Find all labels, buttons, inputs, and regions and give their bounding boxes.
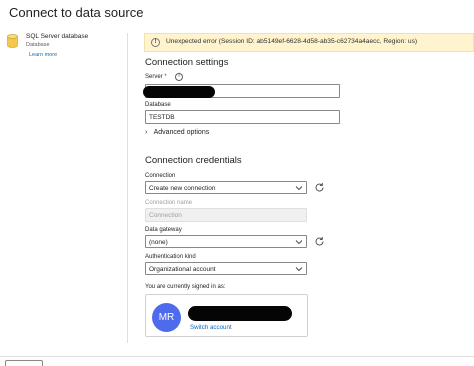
authentication-kind-label: Authentication kind [145,254,196,260]
signed-in-account-card: MR Switch account [145,294,308,337]
chevron-down-icon [295,240,303,245]
footer-button[interactable] [5,360,43,366]
chevron-down-icon [295,186,303,191]
authentication-kind-select[interactable]: Organizational account [145,262,307,275]
connection-select-value: Create new connection [149,184,216,192]
avatar: MR [152,303,181,332]
server-value-redaction [143,86,215,98]
chevron-down-icon [295,267,303,272]
account-name-redaction [188,306,292,321]
connection-select[interactable]: Create new connection [145,181,307,194]
error-banner-text: Unexpected error (Session ID: ab5149ef-6… [166,38,418,45]
source-type: Database [26,42,50,48]
connection-label: Connection [145,173,176,179]
chevron-right-icon: › [145,129,148,136]
advanced-options-toggle[interactable]: › Advanced options [145,129,209,136]
switch-account-link[interactable]: Switch account [190,324,232,331]
data-gateway-select[interactable]: (none) [145,235,307,248]
warning-icon [151,38,160,47]
error-banner: Unexpected error (Session ID: ab5149ef-6… [144,33,474,52]
data-gateway-select-value: (none) [149,238,168,246]
database-label: Database [145,102,171,108]
connection-credentials-heading: Connection credentials [145,155,242,166]
database-icon [7,34,18,48]
authentication-kind-select-value: Organizational account [149,265,216,273]
refresh-gateway-icon[interactable] [314,236,325,247]
connection-name-label: Connection name [145,200,193,206]
refresh-connection-icon[interactable] [314,182,325,193]
pane-divider [127,33,128,343]
connection-name-input: Connection [145,208,307,222]
server-label: Server * [145,74,167,80]
signed-in-label: You are currently signed in as: [145,284,226,290]
dialog-title: Connect to data source [9,5,144,20]
database-input[interactable]: TESTDB [145,110,340,124]
learn-more-link[interactable]: Learn more [29,52,57,58]
source-name: SQL Server database [26,33,89,40]
data-gateway-label: Data gateway [145,227,182,233]
connection-settings-heading: Connection settings [145,57,229,68]
info-icon[interactable] [175,73,183,81]
footer-divider [0,356,474,357]
required-mark: * [164,74,167,80]
